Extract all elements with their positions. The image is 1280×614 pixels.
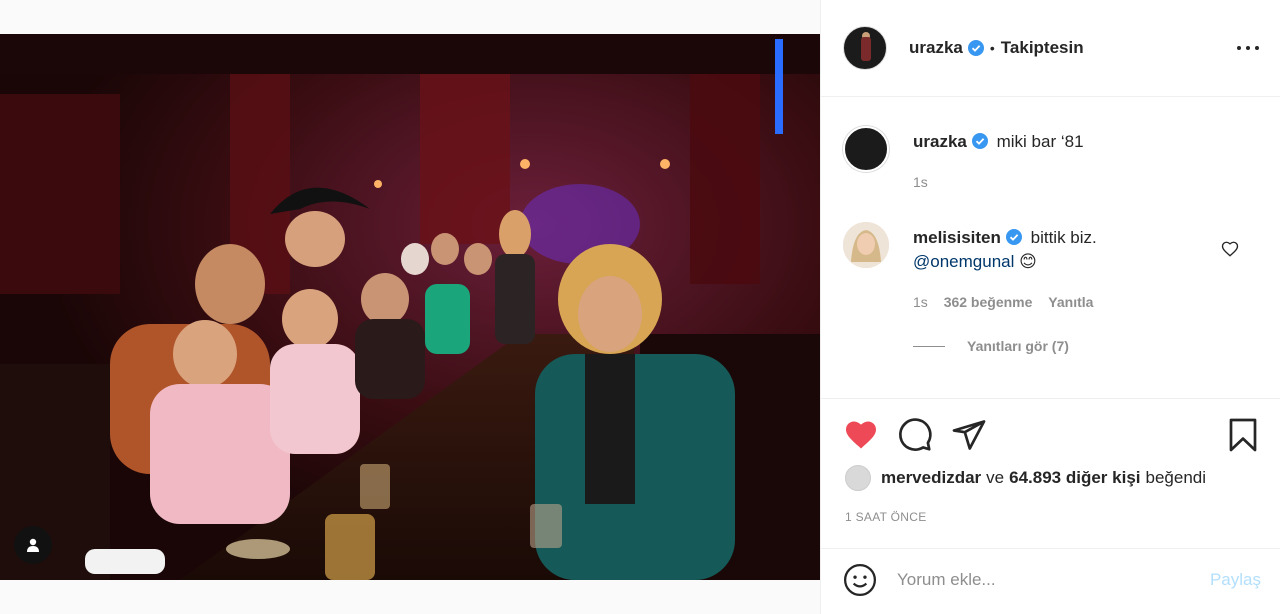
- share-icon[interactable]: [951, 417, 987, 453]
- replies-divider: [913, 345, 945, 347]
- add-comment-bar: Paylaş: [821, 548, 1280, 614]
- comment-likes-count[interactable]: 362 beğenme: [944, 294, 1033, 310]
- liker-username[interactable]: mervedizdar: [881, 468, 981, 488]
- verified-badge-icon: [971, 133, 988, 149]
- post-sidebar: urazka • Takiptesin urazka miki bar ‘81 …: [820, 0, 1280, 614]
- user-tag-button[interactable]: [14, 526, 52, 564]
- photo-illustration: [0, 34, 820, 580]
- comment-input[interactable]: [897, 565, 1187, 595]
- comment-meta: 1s 362 beğenme Yanıtla: [913, 294, 1093, 310]
- bookmark-icon[interactable]: [1225, 417, 1261, 453]
- comment-emoji: 😊: [1019, 252, 1037, 271]
- caption-avatar[interactable]: [843, 126, 889, 172]
- commenter-photo: [843, 222, 889, 268]
- caption-text: miki bar ‘81: [996, 132, 1084, 151]
- comment-author[interactable]: melisisiten: [913, 228, 1001, 247]
- post-photo[interactable]: [0, 34, 820, 580]
- likes-connector: ve: [986, 468, 1005, 487]
- comment-icon[interactable]: [897, 417, 933, 453]
- smiley-icon[interactable]: [843, 563, 877, 597]
- author-username[interactable]: urazka: [909, 38, 963, 58]
- post-comment-button[interactable]: Paylaş: [1210, 570, 1261, 590]
- caption-item: urazka miki bar ‘81 1s: [843, 126, 1263, 196]
- comment-time: 1s: [913, 294, 928, 310]
- caption-time: 1s: [913, 174, 928, 190]
- post-header: urazka • Takiptesin: [821, 0, 1280, 97]
- comment-body: melisisiten bittik biz. @onemgunal 😊: [913, 226, 1233, 274]
- post-page: urazka • Takiptesin urazka miki bar ‘81 …: [0, 0, 1280, 614]
- comments-list: urazka miki bar ‘81 1s melisisiten bitti…: [821, 98, 1280, 398]
- likes-summary: mervedizdar ve 64.893 diğer kişi beğendi: [845, 465, 1206, 491]
- author-avatar[interactable]: [843, 26, 887, 70]
- heart-icon[interactable]: [843, 417, 879, 453]
- post-actions: mervedizdar ve 64.893 diğer kişi beğendi…: [821, 398, 1280, 526]
- verified-badge-icon: [967, 40, 984, 56]
- more-options-icon[interactable]: [1237, 38, 1259, 58]
- verified-badge-icon: [1005, 229, 1022, 245]
- post-timestamp[interactable]: 1 SAAT ÖNCE: [845, 510, 927, 524]
- photo-area: [0, 0, 820, 614]
- separator-dot: •: [989, 40, 995, 56]
- comment-text: bittik biz.: [1030, 228, 1097, 247]
- view-replies-button[interactable]: Yanıtları gör (7): [913, 338, 1069, 354]
- likes-suffix: beğendi: [1145, 468, 1207, 487]
- comment-avatar[interactable]: [843, 222, 889, 268]
- caption-author[interactable]: urazka: [913, 132, 967, 151]
- comment-like-icon[interactable]: [1221, 240, 1239, 258]
- likes-others-count[interactable]: 64.893 diğer kişi: [1009, 468, 1140, 488]
- liker-avatar[interactable]: [845, 465, 871, 491]
- view-replies-label: Yanıtları gör (7): [967, 338, 1069, 354]
- follow-status-button[interactable]: Takiptesin: [1001, 38, 1084, 58]
- comment-item: melisisiten bittik biz. @onemgunal 😊 1s …: [843, 222, 1263, 332]
- user-tag-icon: [27, 538, 39, 552]
- reply-button[interactable]: Yanıtla: [1048, 294, 1093, 310]
- caption-body: urazka miki bar ‘81: [913, 130, 1233, 154]
- comment-mention[interactable]: @onemgunal: [913, 252, 1014, 271]
